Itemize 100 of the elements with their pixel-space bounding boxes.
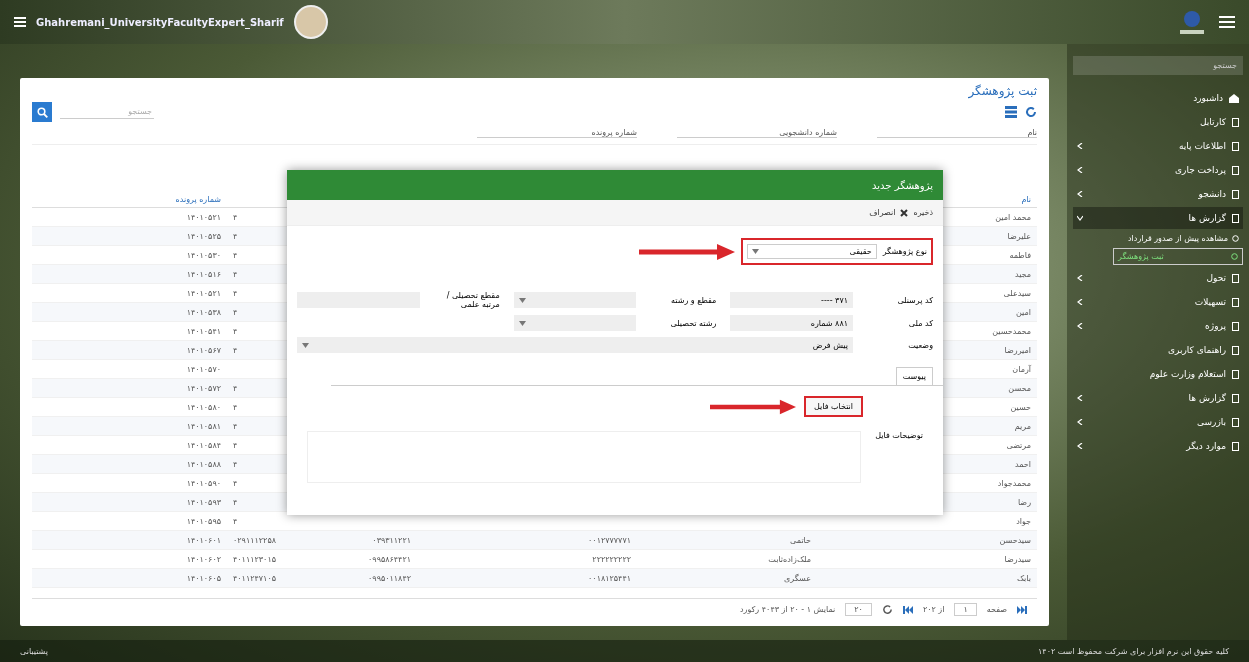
page-icon [1232, 393, 1239, 403]
table-cell: ۲۲۲۲۲۲۲۲۲ [592, 554, 631, 564]
table-cell: ۴ [233, 269, 238, 279]
chevron-icon [1077, 143, 1083, 149]
table-cell: ۰۹۹۵۰۱۱۸۴۲ [368, 573, 411, 583]
sidebar-item[interactable]: پروژه [1073, 315, 1243, 337]
page-count: از ۲۰۲ [922, 605, 945, 614]
field-label: کد ملی [907, 318, 933, 328]
sidebar-item[interactable]: بازرسی [1073, 411, 1243, 433]
table-cell: ۴ [233, 440, 238, 450]
search-icon [36, 106, 48, 118]
sidebar-item[interactable]: پرداخت جاری [1073, 159, 1243, 181]
table-cell: مجید [1014, 269, 1031, 279]
search-button[interactable] [32, 102, 52, 122]
sidebar-item[interactable]: اطلاعات پایه [1073, 135, 1243, 157]
sidebar-search-field[interactable]: جستجو [1073, 56, 1243, 75]
username: Ghahremani_UniversityFacultyExpert_Sharif [36, 16, 284, 28]
chevron-icon [1077, 323, 1083, 329]
table-cell: ۰۰۱۲۷۷۷۷۷۱ [588, 535, 631, 545]
circle-icon [1231, 253, 1238, 260]
table-cell: آرمان [1012, 364, 1031, 374]
sidebar-item[interactable]: دانشجو [1073, 183, 1243, 205]
table-cell: ۴۰۱۱۱۲۳۰۱۵ [233, 554, 276, 564]
table-cell: امیررضا [1004, 345, 1031, 355]
input-field[interactable]: ۸۸۱ شماره [730, 315, 853, 331]
refresh-icon[interactable] [1025, 106, 1037, 118]
first-page-icon[interactable] [902, 605, 913, 614]
menu-icon[interactable] [1219, 15, 1235, 29]
select-field[interactable] [513, 292, 637, 308]
table-cell: ملک‌زاده‌ثابت [768, 554, 811, 564]
sidebar-item[interactable]: داشبورد [1073, 87, 1243, 109]
circle-icon [1232, 235, 1239, 242]
sidebar-subitem[interactable]: ثبت پژوهشگر [1113, 248, 1243, 265]
menu-icon[interactable] [14, 17, 26, 27]
page-icon [1232, 189, 1239, 199]
table-cell: ۱۴۰۱۰۵۹۵ [186, 516, 221, 526]
filter-field[interactable]: نام [877, 128, 1037, 138]
status-select[interactable]: پیش فرض [297, 337, 853, 353]
sidebar-item[interactable]: استعلام وزارت علوم [1073, 363, 1243, 385]
field-label: وضعیت [907, 340, 933, 350]
sidebar-item[interactable]: راهنمای کاربری [1073, 339, 1243, 361]
table-cell: ۱۴۰۱۰۵۸۰ [186, 402, 221, 412]
attachment-tab[interactable]: پیوست [895, 367, 933, 385]
table-cell: جواد [1016, 516, 1031, 526]
table-cell: ۴۰۱۱۲۴۷۱۰۵ [233, 573, 276, 583]
table-cell: ۱۴۰۱۰۵۲۱ [186, 288, 221, 298]
caret-icon [518, 297, 526, 303]
page-icon [1232, 321, 1239, 331]
page-icon [1232, 369, 1239, 379]
table-cell: احمد [1015, 459, 1031, 469]
column-header[interactable]: شماره پرونده [175, 194, 221, 204]
table-cell: ۱۴۰۱۰۵۷۲ [186, 383, 221, 393]
page-field[interactable]: ۱ [954, 603, 977, 616]
table-cell: ۴ [233, 402, 238, 412]
sidebar-item[interactable]: تحول [1073, 267, 1243, 289]
sidebar-item[interactable]: کارتابل [1073, 111, 1243, 133]
filter-field[interactable]: شماره دانشجویی [677, 128, 837, 138]
table-cell: ۴ [233, 307, 238, 317]
column-header[interactable]: نام [1021, 194, 1031, 204]
select-field[interactable] [513, 315, 637, 331]
save-button[interactable]: ذخیره [913, 208, 933, 217]
cancel-button[interactable]: انصراف [869, 208, 896, 217]
sidebar-subitem[interactable]: مشاهده پیش از صدور قرارداد [1073, 231, 1243, 246]
table-cell: حسین [1010, 402, 1031, 412]
chevron-icon [1077, 275, 1083, 281]
table-cell: مریم [1014, 421, 1031, 431]
support-link[interactable]: پشتیبانی [20, 646, 48, 656]
close-icon [900, 208, 909, 217]
field-label: رشته تحصیلی [669, 318, 717, 328]
caret-icon [302, 342, 309, 348]
type-select[interactable]: حقیقی [746, 244, 877, 259]
table-cell: ۱۴۰۱۰۵۶۷ [186, 345, 221, 355]
table-cell: ۱۴۰۱۰۶۰۵ [186, 573, 221, 583]
table-cell: ۴ [233, 459, 238, 469]
table-cell: ۱۴۰۱۰۵۲۱ [186, 212, 221, 222]
page-size[interactable]: ۲۰ [845, 603, 872, 616]
table-cell: ۱۴۰۱۰۵۸۱ [186, 421, 221, 431]
page-icon [1232, 345, 1239, 355]
sidebar-item[interactable]: موارد دیگر [1073, 435, 1243, 457]
dialog-title: پژوهشگر جدید [872, 179, 933, 191]
table-cell: ۱۴۰۱۰۶۰۱ [186, 535, 221, 545]
chevron-icon [1077, 419, 1083, 425]
table-cell: ۱۴۰۱۰۵۹۳ [186, 497, 221, 507]
record-summary: نمایش ۱ - ۲۰ از ۴۰۴۳ رکورد [740, 605, 836, 614]
filter-field[interactable]: شماره پرونده [477, 128, 637, 138]
avatar[interactable] [293, 5, 328, 39]
table-cell: بابک [1016, 573, 1031, 583]
input-field[interactable]: ۳۷۱ ---- [730, 292, 853, 308]
sidebar-item[interactable]: تسهیلات [1073, 291, 1243, 313]
table-cell: ۴ [233, 326, 238, 336]
page-icon [1232, 297, 1239, 307]
table-cell: محسن [1008, 383, 1031, 393]
choose-file-button[interactable]: انتخاب فایل [803, 396, 863, 417]
page-icon [1232, 165, 1239, 175]
chevron-icon [1077, 443, 1083, 449]
list-icon[interactable] [1005, 106, 1017, 118]
sidebar-item[interactable]: گزارش ها [1073, 207, 1243, 229]
refresh-icon[interactable] [881, 604, 893, 615]
last-page-icon[interactable] [1017, 605, 1027, 614]
sidebar-item[interactable]: گزارش ها [1073, 387, 1243, 409]
